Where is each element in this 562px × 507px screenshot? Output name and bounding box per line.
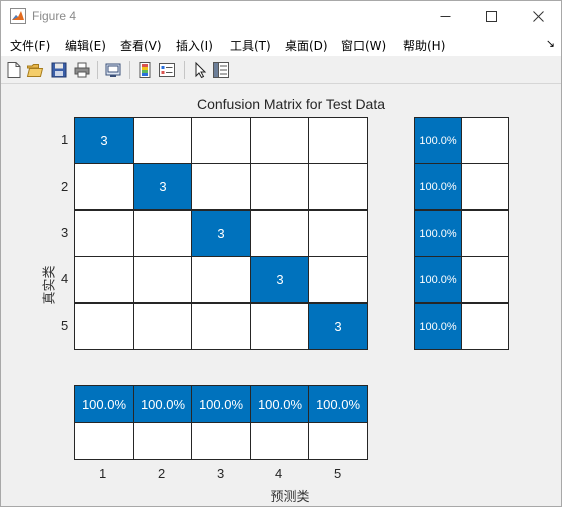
menu-bar: 文件(F) 编辑(E) 查看(V) 插入(I) 工具(T) 桌面(D) 窗口(W… [1,32,561,56]
confusion-cell: 3 [308,303,368,350]
confusion-cell: 3 [250,256,310,303]
confusion-cell [74,256,134,303]
confusion-cell [250,303,310,350]
window-title: Figure 4 [32,9,77,23]
toolbar [1,56,561,84]
row-summary-cell: 100.0% [414,210,462,257]
column-summary-cell: 100.0% [74,385,134,423]
confusion-cell [133,303,193,350]
y-axis-label: 真实类 [42,265,58,305]
close-button[interactable] [515,1,561,32]
column-summary-cell: 100.0% [191,385,251,423]
column-summary-cell: 100.0% [133,385,193,423]
confusion-cell [133,256,193,303]
y-tick-label: 2 [61,179,69,194]
confusion-cell [308,256,368,303]
x-axis-label: 预测类 [270,490,310,505]
matlab-logo-icon [10,8,26,24]
confusion-cell [74,163,134,210]
confusion-cell [133,210,193,257]
confusion-cell [308,210,368,257]
toolbar-separator [184,61,185,79]
y-tick-label: 1 [61,132,69,147]
link-plot-icon[interactable] [104,61,122,79]
close-icon [532,11,544,22]
x-tick-label: 4 [275,466,283,481]
menu-help[interactable]: 帮助(H) [403,37,445,54]
minimize-button[interactable] [422,1,468,32]
confusion-cell: 3 [191,210,251,257]
confusion-cell [191,163,251,210]
confusion-cell: 3 [74,117,134,164]
insert-colorbar-icon[interactable] [136,61,154,79]
confusion-cell [250,117,310,164]
row-summary-cell [461,210,509,257]
menu-edit[interactable]: 编辑(E) [65,37,106,54]
row-summary-cell: 100.0% [414,256,462,303]
menu-desktop[interactable]: 桌面(D) [285,37,328,54]
column-summary-cell: 100.0% [308,385,368,423]
new-figure-icon[interactable] [5,61,23,79]
confusion-cell: 3 [133,163,193,210]
toolbar-separator [97,61,98,79]
confusion-cell [191,117,251,164]
menu-view[interactable]: 查看(V) [120,37,162,54]
y-tick-label: 5 [61,318,69,333]
confusion-cell [191,256,251,303]
y-tick-label: 4 [61,271,69,286]
confusion-cell [250,163,310,210]
confusion-cell [133,117,193,164]
column-summary-cell: 100.0% [250,385,310,423]
column-summary-cell [250,422,310,460]
save-icon[interactable] [50,61,68,79]
print-icon[interactable] [73,61,91,79]
confusion-cell [308,163,368,210]
maximize-button[interactable] [468,1,514,32]
row-summary-cell [461,117,509,164]
menu-window[interactable]: 窗口(W) [341,37,386,54]
row-summary-cell: 100.0% [414,117,462,164]
column-summary-cell [308,422,368,460]
x-tick-label: 5 [334,466,342,481]
x-tick-label: 3 [217,466,225,481]
y-tick-label: 3 [61,225,69,240]
row-summary-cell [461,163,509,210]
maximize-icon [485,11,497,22]
row-summary-cell: 100.0% [414,163,462,210]
menu-insert[interactable]: 插入(I) [176,37,213,54]
toolbar-separator [129,61,130,79]
open-file-icon[interactable] [26,61,44,79]
confusion-cell [74,303,134,350]
menu-overflow-arrow-icon[interactable]: ↘ [546,37,555,50]
confusion-cell [191,303,251,350]
confusion-cell [74,210,134,257]
menu-tools[interactable]: 工具(T) [230,37,271,54]
confusion-cell [308,117,368,164]
column-summary-cell [74,422,134,460]
row-summary-cell [461,256,509,303]
row-summary-cell: 100.0% [414,303,462,350]
x-tick-label: 2 [158,466,166,481]
chart-title: Confusion Matrix for Test Data [196,96,386,112]
title-bar[interactable]: Figure 4 [1,1,561,32]
menu-file[interactable]: 文件(F) [10,37,50,54]
row-summary-cell [461,303,509,350]
column-summary-cell [191,422,251,460]
x-tick-label: 1 [99,466,107,481]
edit-plot-pointer-icon[interactable] [191,61,209,79]
column-summary-cell [133,422,193,460]
confusion-cell [250,210,310,257]
property-inspector-icon[interactable] [212,61,230,79]
insert-legend-icon[interactable] [158,61,176,79]
minimize-icon [440,16,450,17]
